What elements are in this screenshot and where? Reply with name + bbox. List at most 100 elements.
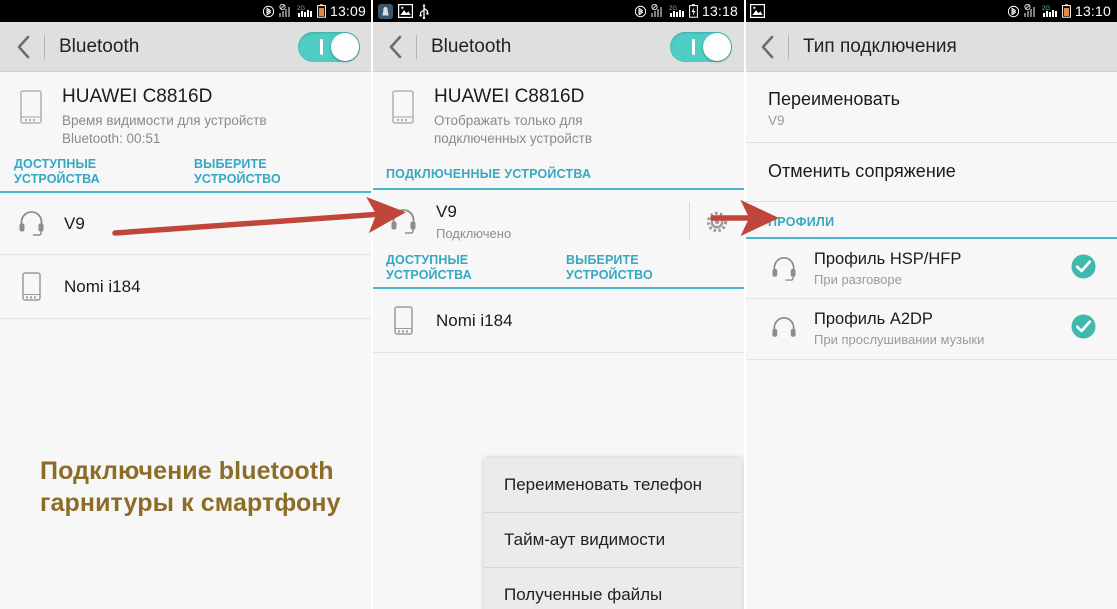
signal-2g-icon: 2G	[297, 4, 313, 18]
device-name-left-0: V9	[64, 213, 85, 233]
status-time-right: 13:10	[1074, 3, 1111, 19]
profile-sub-0: При разговоре	[814, 271, 902, 287]
panel-right-connection-type: 2G 13:10 Тип подключения Переименовать V…	[744, 0, 1117, 609]
bluetooth-toggle-mid[interactable]	[670, 31, 732, 62]
content-mid: HUAWEI C8816D Отображать только для подк…	[372, 72, 744, 354]
profile-row-a2dp[interactable]: Профиль A2DP При прослушивании музыки	[744, 299, 1117, 360]
toggle-bar	[320, 38, 323, 55]
bluetooth-icon	[262, 4, 274, 19]
menu-item-received-files[interactable]: Полученные файлы	[484, 568, 742, 609]
app-icon	[378, 3, 393, 19]
local-device-name-left: HUAWEI C8816D	[62, 86, 213, 107]
signal-off-icon	[1023, 4, 1038, 18]
headset-icon	[386, 208, 420, 235]
profile-row-hsp-hfp[interactable]: Профиль HSP/HFP При разговоре	[744, 239, 1117, 300]
status-time-left: 13:09	[329, 3, 366, 19]
signal-2g-icon: 2G	[669, 4, 685, 18]
local-device-header-left: HUAWEI C8816D Время видимости для устрой…	[0, 72, 372, 155]
profile-title-0: Профиль HSP/HFP	[814, 250, 962, 268]
toggle-knob	[331, 32, 359, 61]
device-name-left-1: Nomi i184	[64, 276, 141, 296]
signal-2g-icon: 2G	[1042, 4, 1058, 18]
panel-left-bluetooth-list: 2G 13:09 Bluetooth HUAWEI C8816D Время в…	[0, 0, 372, 609]
action-bar-left: Bluetooth	[0, 22, 372, 72]
panel-mid-bluetooth-connected: 2G 13:18 Bluetooth HUAWEI C8816D Отображ…	[372, 0, 744, 609]
signal-off-icon	[650, 4, 665, 18]
settings-row-rename[interactable]: Переименовать V9	[744, 72, 1117, 143]
actionbar-divider	[788, 34, 789, 59]
menu-item-rename-phone[interactable]: Переименовать телефон	[484, 458, 742, 513]
page-title-left: Bluetooth	[59, 35, 140, 57]
tabs-left: ДОСТУПНЫЕ УСТРОЙСТВА ВЫБЕРИТЕ УСТРОЙСТВО	[0, 155, 372, 194]
settings-rename-value: V9	[768, 112, 785, 128]
tabs-mid: ДОСТУПНЫЕ УСТРОЙСТВА ВЫБЕРИТЕ УСТРОЙСТВО	[372, 251, 744, 290]
device-status-mid-0: Подключено	[436, 225, 512, 241]
page-title-mid: Bluetooth	[431, 35, 512, 57]
phone-icon	[14, 272, 48, 302]
local-device-header-mid: HUAWEI C8816D Отображать только для подк…	[372, 72, 744, 155]
settings-rename-title: Переименовать	[768, 89, 900, 109]
toggle-knob	[703, 32, 731, 61]
actionbar-divider	[416, 34, 417, 59]
profile-title-1: Профиль A2DP	[814, 310, 933, 329]
section-profiles-label: ПРОФИЛИ	[768, 215, 835, 229]
status-bar-right: 2G 13:10	[744, 0, 1117, 22]
status-bar-mid: 2G 13:18	[372, 0, 744, 22]
battery-icon	[317, 4, 326, 18]
phone-icon	[14, 86, 48, 147]
back-icon[interactable]	[12, 32, 34, 62]
local-device-sub-left: Время видимости для устройств Bluetooth:…	[62, 112, 267, 146]
section-connected-devices-mid: ПОДКЛЮЧЕННЫЕ УСТРОЙСТВА	[372, 155, 744, 191]
status-bar-left: 2G 13:09	[0, 0, 372, 22]
content-right: Переименовать V9 Отменить сопряжение ПРО…	[744, 72, 1117, 360]
action-bar-right: Тип подключения	[744, 22, 1117, 72]
device-row-v9-left[interactable]: V9	[0, 193, 372, 256]
gear-icon[interactable]	[689, 202, 730, 242]
tab-select-device-left[interactable]: ВЫБЕРИТЕ УСТРОЙСТВО	[194, 157, 281, 192]
phone-icon	[386, 86, 420, 147]
toggle-bar	[692, 38, 695, 55]
actionbar-divider	[44, 34, 45, 59]
status-time-mid: 13:18	[701, 3, 738, 19]
tab-available-devices-left[interactable]: ДОСТУПНЫЕ УСТРОЙСТВА	[14, 157, 194, 192]
tab-available-devices-mid[interactable]: ДОСТУПНЫЕ УСТРОЙСТВА	[386, 253, 566, 288]
battery-charging-icon	[689, 4, 698, 18]
phone-icon	[386, 306, 420, 336]
settings-row-unpair[interactable]: Отменить сопряжение	[744, 143, 1117, 202]
back-icon[interactable]	[756, 32, 778, 62]
page-title-right: Тип подключения	[803, 35, 957, 57]
local-device-sub-mid: Отображать только для подключенных устро…	[434, 112, 593, 146]
battery-icon	[1062, 4, 1071, 18]
headset-icon	[768, 316, 800, 342]
settings-unpair-title: Отменить сопряжение	[768, 160, 956, 181]
device-name-mid-1: Nomi i184	[436, 310, 513, 330]
caption-overlay: Подключение bluetooth гарнитуры к смартф…	[40, 457, 341, 517]
tab-select-device-mid[interactable]: ВЫБЕРИТЕ УСТРОЙСТВО	[566, 253, 653, 288]
menu-item-visibility-timeout[interactable]: Тайм-аут видимости	[484, 513, 742, 568]
local-device-name-mid: HUAWEI C8816D	[434, 86, 585, 107]
headset-icon	[768, 256, 800, 282]
usb-icon	[418, 3, 430, 19]
profile-sub-1: При прослушивании музыки	[814, 332, 985, 348]
bluetooth-icon	[1007, 4, 1019, 19]
bluetooth-icon	[634, 4, 646, 19]
device-row-nomi-mid[interactable]: Nomi i184	[372, 289, 744, 354]
back-icon[interactable]	[384, 32, 406, 62]
content-left: HUAWEI C8816D Время видимости для устрой…	[0, 72, 372, 320]
bluetooth-toggle-left[interactable]	[298, 31, 360, 62]
device-row-v9-mid[interactable]: V9 Подключено	[372, 190, 744, 252]
device-name-mid-0: V9	[436, 202, 457, 222]
panel-divider-2	[744, 0, 746, 609]
section-profiles: ПРОФИЛИ	[744, 202, 1117, 239]
overflow-popup-menu[interactable]: Переименовать телефон Тайм-аут видимости…	[484, 458, 742, 609]
screenshot-stage: 2G 13:09 Bluetooth HUAWEI C8816D Время в…	[0, 0, 1117, 609]
action-bar-mid: Bluetooth	[372, 22, 744, 72]
section-connected-devices-label: ПОДКЛЮЧЕННЫЕ УСТРОЙСТВА	[386, 167, 592, 182]
check-icon[interactable]	[1070, 313, 1097, 345]
check-icon[interactable]	[1070, 253, 1097, 285]
gallery-icon	[750, 4, 765, 18]
headset-icon	[14, 210, 48, 237]
panel-divider-1	[371, 0, 373, 609]
signal-off-icon	[278, 4, 293, 18]
device-row-nomi-left[interactable]: Nomi i184	[0, 255, 372, 320]
